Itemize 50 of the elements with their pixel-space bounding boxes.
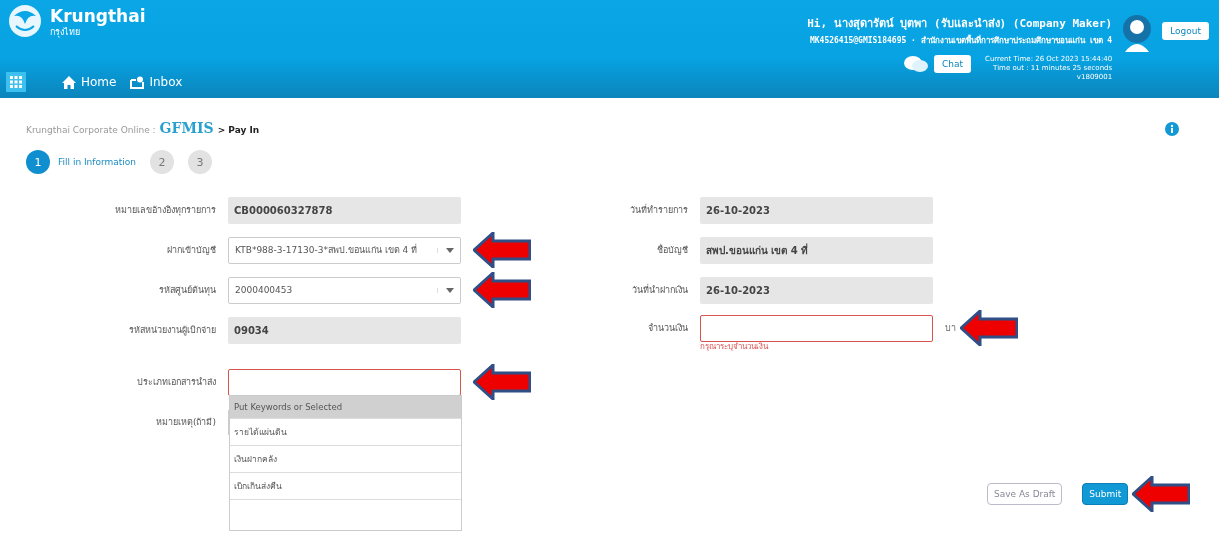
field-label: ฝากเข้าบัญชี (166, 244, 216, 257)
readonly-field: 26-10-2023 (700, 196, 933, 224)
dropdown-option[interactable]: รายได้แผ่นดิน (230, 418, 461, 446)
user-avatar-icon (1122, 14, 1153, 52)
nav-link[interactable]: Inbox (130, 75, 183, 89)
info-icon[interactable] (1165, 122, 1179, 136)
dropdown-option[interactable]: Put Keywords or Selected (230, 395, 461, 419)
dropdown-field[interactable]: KTB*988-3-17130-3*สพป.ขอนแก่น เขต 4 ที่ (228, 236, 461, 264)
save-draft-button[interactable]: Save As Draft (987, 483, 1063, 505)
nav-link[interactable]: Home (62, 75, 117, 89)
step-label: Fill in Information (58, 157, 137, 167)
user-greeting: Hi, นางสุดารัตน์ บุตพา (รับและนำส่ง) (Company Maker) (807, 16, 1113, 32)
submit-button[interactable]: Submit (1082, 483, 1129, 505)
field-label: หมายเลขอ้างอิงทุกรายการ (114, 204, 216, 217)
dropdown-field[interactable]: 2000400453 (228, 276, 461, 304)
field-label: รหัสหน่วยงานผู้เบิกจ่าย (128, 324, 216, 337)
field-label: ประเภทเอกสารนำส่ง (136, 376, 216, 389)
step-number: 2 (150, 150, 175, 174)
field-label: หมายเหตุ(ถ้ามี) (154, 416, 216, 429)
brand-name: Krungthai (50, 7, 146, 25)
field-label: วันที่นำฝากเงิน (631, 283, 688, 297)
breadcrumb-link[interactable]: GFMIS (159, 120, 214, 136)
field-label: วันที่ทำรายการ (629, 203, 688, 217)
field-label: รหัสศูนย์ต้นทุน (158, 284, 216, 297)
brand-subtitle: กรุงไทย (50, 26, 81, 39)
logout-button[interactable]: Logout (1162, 22, 1209, 40)
dropdown-option[interactable]: เงินฝากคลัง (230, 445, 461, 473)
apps-grid-icon[interactable] (6, 72, 26, 92)
home-icon (62, 75, 76, 89)
step-number: 1 (26, 150, 50, 174)
currency-unit: บา (945, 322, 956, 335)
caret-icon (446, 287, 454, 293)
readonly-field: 26-10-2023 (700, 276, 933, 304)
readonly-field: 09034 (228, 316, 461, 344)
readonly-field: สพป.ขอนแก่น เขต 4 ที่ (700, 236, 933, 264)
logo-icon (6, 4, 44, 38)
readonly-field: CB000060327878 (228, 196, 461, 224)
breadcrumb-link[interactable]: Krungthai Corporate Online : (26, 125, 156, 135)
field-label: จำนวนเงิน (647, 322, 688, 335)
chat-bubbles-icon[interactable] (903, 55, 928, 73)
dropdown-option[interactable]: เบิกเกินส่งคืน (230, 472, 461, 500)
error-message: กรุณาระบุจำนวนเงิน (700, 341, 770, 353)
input-field[interactable] (700, 314, 933, 342)
breadcrumb-current: > Pay In (217, 125, 260, 135)
step-number: 3 (188, 150, 213, 174)
user-account-line: MK4526415@GMIS184695 · สำนักงานเขตพื้นที่การศึกษาประถมศึกษาขอนแก่น เขต 4 (809, 34, 1113, 47)
caret-icon (446, 247, 454, 253)
field-label: ชื่อบัญชี (656, 243, 688, 257)
inbox-icon (130, 75, 145, 89)
chat-button[interactable]: Chat (933, 55, 971, 73)
